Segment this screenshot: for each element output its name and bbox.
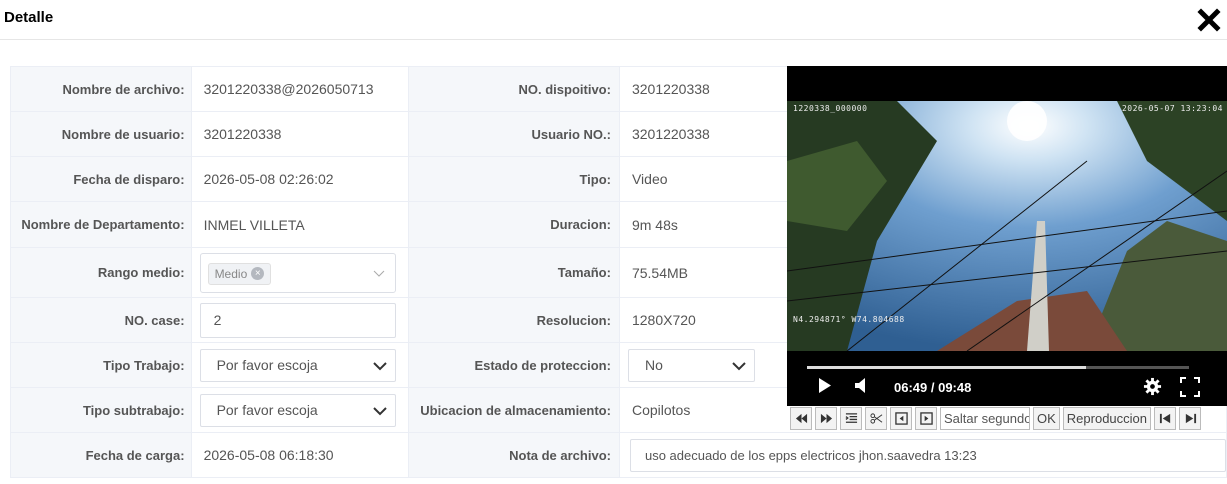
skip-end-icon (1185, 413, 1196, 424)
video-timecode: 06:49 / 09:48 (894, 380, 972, 395)
list-icon (845, 413, 857, 423)
file-note-label: Nota de archivo: (408, 432, 620, 478)
type-label: Tipo: (408, 156, 620, 202)
player-toolbar: Saltar segundos OK Reproduccion (787, 406, 1227, 431)
upload-date-label: Fecha de carga: (10, 432, 192, 478)
file-note-input[interactable]: uso adecuado de los epps electricos jhon… (629, 438, 1226, 472)
cut-button[interactable] (865, 407, 887, 430)
video-frame[interactable]: 1220338_000000 2026-05-07 13:23:04 N4.29… (787, 101, 1227, 351)
chevron-down-icon (372, 406, 387, 415)
range-label: Rango medio: (10, 247, 192, 298)
work-type-select[interactable]: Por favor escoja (199, 348, 396, 382)
department-value: INMEL VILLETA (190, 201, 410, 248)
osd-gps: N4.294871° W74.804688 (793, 315, 905, 324)
file-name-label: Nombre de archivo: (10, 66, 192, 112)
video-progress-bar[interactable] (807, 366, 1189, 369)
video-player[interactable]: 1220338_000000 2026-05-07 13:23:04 N4.29… (787, 66, 1227, 406)
range-tag: Medio × (207, 262, 272, 285)
next-frame-button[interactable] (915, 407, 937, 430)
device-no-label: NO. dispoitivo: (408, 66, 620, 112)
case-no-label: NO. case: (10, 297, 192, 343)
next-frame-icon (919, 412, 933, 425)
trigger-date-value: 2026-05-08 02:26:02 (190, 156, 410, 202)
chevron-down-icon (372, 361, 387, 370)
range-tag-label: Medio (214, 266, 248, 281)
list-button[interactable] (840, 407, 862, 430)
rewind-icon (795, 413, 807, 424)
protection-state-selected: No (644, 356, 663, 373)
chevron-down-icon (373, 270, 384, 277)
protection-state-select[interactable]: No (627, 348, 755, 382)
skip-end-button[interactable] (1179, 407, 1202, 430)
duration-label: Duracion: (408, 201, 620, 248)
work-type-selected: Por favor escoja (216, 356, 318, 373)
chevron-down-icon (732, 361, 746, 370)
protection-state-label: Estado de proteccion: (408, 342, 620, 388)
close-icon[interactable] (1197, 8, 1221, 32)
case-no-input[interactable]: 2 (199, 302, 396, 338)
prev-frame-button[interactable] (890, 407, 912, 430)
storage-location-label: Ubicacion de almacenamiento: (408, 387, 620, 433)
subwork-type-select[interactable]: Por favor escoja (199, 393, 396, 427)
department-label: Nombre de Departamento: (10, 201, 192, 248)
range-multiselect[interactable]: Medio × (199, 252, 396, 293)
skip-start-button[interactable] (1154, 407, 1177, 430)
playback-button[interactable]: Reproduccion (1062, 407, 1152, 430)
play-icon[interactable] (818, 377, 832, 394)
scissors-icon (869, 413, 882, 424)
work-type-label: Tipo Trabajo: (10, 342, 192, 388)
file-name-value: 3201220338@2026050713 (190, 66, 410, 112)
osd-timestamp: 2026-05-07 13:23:04 (1121, 104, 1223, 113)
prev-frame-icon (894, 412, 908, 425)
fast-forward-button[interactable] (815, 407, 837, 430)
volume-icon[interactable] (854, 377, 868, 394)
osd-camera-id: 1220338_000000 (793, 104, 868, 113)
dialog-header: Detalle (0, 0, 1227, 40)
video-frame-image (787, 101, 1227, 351)
subwork-type-label: Tipo subtrabajo: (10, 387, 192, 433)
video-progress-fill (807, 366, 1086, 369)
table-row: Fecha de carga: 2026-05-08 06:18:30 Nota… (10, 432, 1227, 478)
user-name-label: Nombre de usuario: (10, 111, 192, 157)
dialog-title: Detalle (4, 9, 54, 26)
resolution-label: Resolucion: (408, 297, 620, 343)
fast-forward-icon (820, 413, 832, 424)
skip-start-icon (1159, 413, 1170, 424)
trigger-date-label: Fecha de disparo: (10, 156, 192, 202)
upload-date-value: 2026-05-08 06:18:30 (190, 432, 410, 478)
rewind-button[interactable] (790, 407, 812, 430)
subwork-type-selected: Por favor escoja (216, 401, 318, 418)
tag-remove-icon[interactable]: × (251, 267, 265, 280)
size-label: Tamaño: (408, 247, 620, 298)
ok-button[interactable]: OK (1033, 407, 1060, 430)
gear-icon[interactable] (1143, 377, 1162, 396)
user-name-value: 3201220338 (190, 111, 410, 157)
skip-seconds-input[interactable]: Saltar segundos (940, 407, 1030, 430)
user-no-label: Usuario NO.: (408, 111, 620, 157)
fullscreen-icon[interactable] (1180, 377, 1200, 397)
